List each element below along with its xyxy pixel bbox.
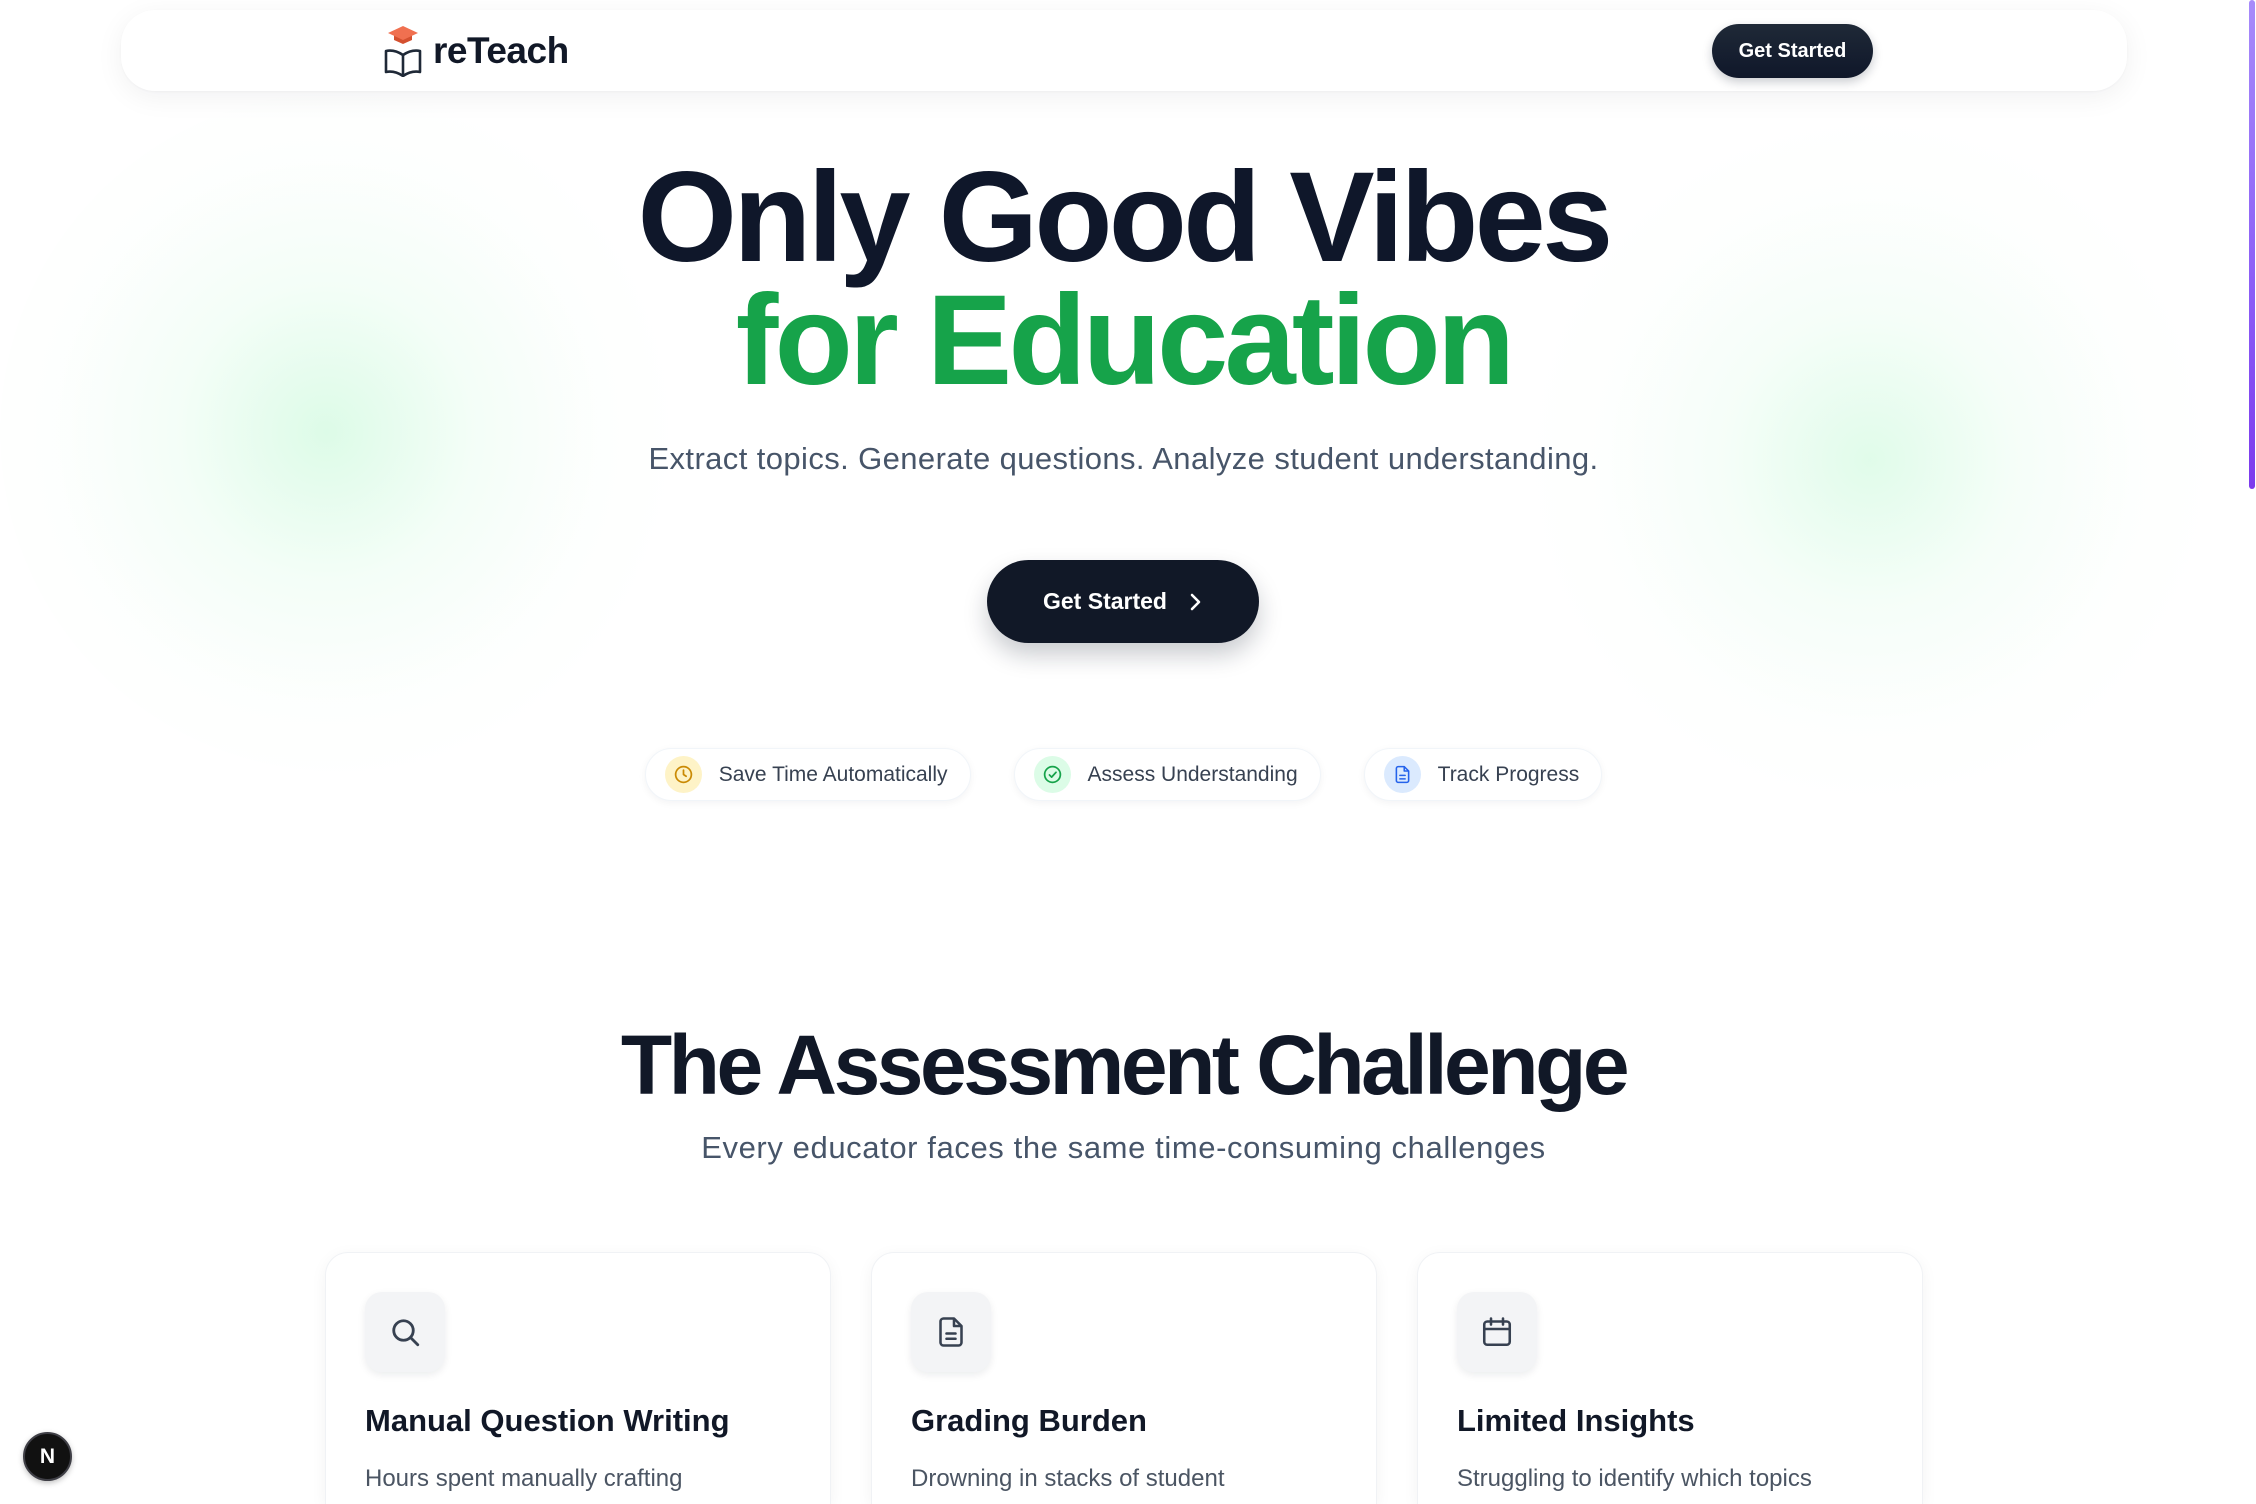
file-text-icon [911,1292,991,1372]
card-title: Grading Burden [911,1403,1147,1438]
clock-icon [664,756,702,793]
card-description: Hours spent manually crafting [365,1465,683,1492]
challenge-subtitle: Every educator faces the same time-consu… [701,1130,1546,1165]
hero-subtitle: Extract topics. Generate questions. Anal… [648,441,1599,476]
feature-pill-label: Save Time Automatically [718,762,948,786]
hero-title: Only Good Vibes for Education [0,146,2247,412]
hero-title-line-1: Only Good Vibes [637,146,1614,289]
feature-pill-track-progress: Track Progress [1363,748,1603,801]
nav-get-started-button[interactable]: Get Started [1712,24,1873,78]
challenge-card-manual-questions: Manual Question Writing Hours spent manu… [325,1252,831,1504]
card-title: Limited Insights [1457,1403,1695,1438]
card-title: Manual Question Writing [365,1403,730,1438]
calendar-icon [1457,1292,1537,1372]
check-circle-icon [1033,756,1071,793]
feature-pill-label: Track Progress [1437,762,1580,786]
challenge-card-grading-burden: Grading Burden Drowning in stacks of stu… [871,1252,1377,1504]
book-graduation-cap-icon [383,25,423,77]
scrollbar-thumb[interactable] [2249,0,2255,489]
brand-name: reTeach [433,30,569,71]
hero-get-started-label: Get Started [1043,588,1167,614]
brand-home-link[interactable]: reTeach [383,10,569,91]
feature-pills: Save Time Automatically Assess Understan… [0,748,2247,801]
search-icon [365,1292,445,1372]
page-scrollbar[interactable] [2247,0,2256,1504]
card-description: Drowning in stacks of student [911,1465,1225,1492]
feature-pill-save-time: Save Time Automatically [644,748,971,801]
nextjs-logo-letter: N [39,1445,56,1468]
hero-title-line-2: for Education [735,269,1515,412]
card-description: Struggling to identify which topics [1457,1465,1812,1492]
feature-pill-label: Assess Understanding [1087,762,1298,786]
landing-page: reTeach Get Started Only Good Vibes for … [0,0,2256,1504]
nextjs-dev-tools-button[interactable]: N [23,1432,72,1481]
hero-get-started-button[interactable]: Get Started [987,560,1259,643]
feature-pill-assess: Assess Understanding [1013,748,1321,801]
document-icon [1383,756,1421,793]
chevron-right-icon [1189,592,1203,612]
navbar: reTeach Get Started [121,10,2127,91]
challenge-card-limited-insights: Limited Insights Struggling to identify … [1417,1252,1923,1504]
challenge-title: The Assessment Challenge [620,1018,1630,1112]
